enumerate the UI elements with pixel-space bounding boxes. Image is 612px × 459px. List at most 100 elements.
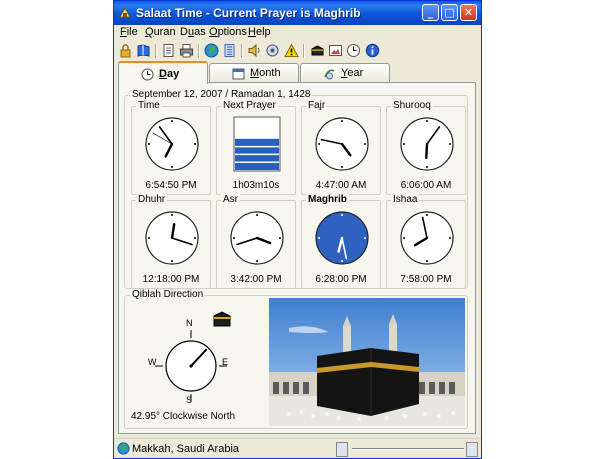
tab-label-rest: ear [347,67,364,79]
clock-shurooq: Shurooq 6:06:00 AM [386,100,466,195]
menu-label-rest: as [194,26,206,38]
kaaba-icon[interactable] [310,43,325,58]
menu-label-rest: uran [153,26,176,38]
title-bar[interactable]: Salaat Time - Current Prayer is Maghrib … [114,1,481,25]
kaaba-photo [269,298,465,426]
app-icon [119,6,131,18]
volume-icon[interactable] [336,442,348,457]
clock-time: 12:18:00 PM [142,274,200,285]
clock-tick [426,166,428,168]
info-icon[interactable] [365,43,380,58]
calendar-icon[interactable] [222,43,237,58]
speaker-icon[interactable] [247,43,262,58]
analog-clock-icon [145,211,199,265]
clock-tick [256,214,258,216]
clock-tick [403,237,405,239]
menu-accelerator: O [209,26,218,38]
volume-slider[interactable] [352,448,464,450]
clock-tick [279,237,281,239]
analog-clock-icon [315,117,369,171]
clock-time: 3:42:00 PM [230,274,282,285]
analog-clock-icon [145,117,199,171]
slider-thumb[interactable] [466,442,478,457]
clock-tick [171,214,173,216]
clock-name: Ishaa [391,194,420,205]
tab-label: Month [250,67,281,79]
clock-name: Dhuhr [136,194,168,205]
toolbar-separator [241,44,243,58]
next-prayer-progress [233,116,281,172]
printer-icon[interactable] [179,43,194,58]
hour-hand [425,142,429,160]
clock-tick [341,166,343,168]
maximize-button[interactable]: □ [441,4,458,21]
sound-settings-icon[interactable] [265,43,280,58]
clock-tick [341,214,343,216]
globe-icon[interactable] [204,43,219,58]
qiblah-label: Qiblah Direction [130,289,206,300]
image-icon[interactable] [328,43,343,58]
clock-tick [194,237,196,239]
menu-label-rest: ile [126,26,138,38]
status-bar: Makkah, Saudi Arabia [114,438,481,458]
tab-accelerator: M [250,67,260,79]
clock-time: 6:28:00 PM [315,274,367,285]
clock-time: 4:47:00 AM [315,180,367,191]
clock-tick [426,120,428,122]
clock-name: Next Prayer [221,100,278,111]
calendar-year-icon [324,69,335,80]
clock-tick [341,120,343,122]
clock-time: 6:06:00 AM [400,180,452,191]
clock-tick [194,143,196,145]
menu-duas[interactable]: Duas [180,26,206,38]
analog-clock-icon [400,117,454,171]
compass-west-label: W [148,357,157,367]
clock-name: Asr [221,194,240,205]
menu-label-rest: ptions [217,26,247,38]
tab-day[interactable]: Day [118,61,208,84]
clock-name: Shurooq [391,100,433,111]
qiblah-group: Qiblah Direction N S W E 42.95° Clockwis… [124,289,468,429]
document-icon[interactable] [161,43,176,58]
clock-tick [403,143,405,145]
tab-month[interactable]: Month [209,63,299,82]
analog-clock-icon [315,211,369,265]
toolbar-separator [155,44,157,58]
book-icon[interactable] [136,43,151,58]
date-header: September 12, 2007 / Ramadan 1, 1428 [130,89,313,100]
clock-tick [426,260,428,262]
clock-dhuhr: Dhuhr 12:18:00 PM [131,194,211,289]
warning-icon[interactable] [284,43,299,58]
tab-year[interactable]: Year [300,63,390,82]
menu-quran[interactable]: Quran [145,26,176,38]
clock-name: Fajr [306,100,328,111]
globe-icon [117,442,130,455]
clock-tick [318,237,320,239]
clock-tick [426,214,428,216]
compass-north-label: N [186,318,193,328]
toolbar [114,41,481,61]
clock-icon [141,68,154,81]
qiblah-compass [155,330,227,402]
menu-label-rest: elp [255,26,271,38]
menu-accelerator: Q [145,26,154,38]
qiblah-direction-text: 42.95° Clockwise North [131,411,236,422]
clock-tick [148,143,150,145]
close-button[interactable]: ✕ [460,4,477,21]
clock-tick [318,143,320,145]
menu-file[interactable]: File [120,26,138,38]
menu-help[interactable]: Help [248,26,271,38]
menu-options[interactable]: Options [209,26,247,38]
minimize-button[interactable]: _ [422,4,439,21]
lock-icon[interactable] [118,43,133,58]
menu-accelerator: F [120,26,127,38]
clock-tick [449,237,451,239]
clock-tick [233,237,235,239]
clock-tick [148,237,150,239]
clock-icon[interactable] [346,43,361,58]
clock-tick [171,166,173,168]
compass-south-label: S [186,395,193,405]
clock-name: Maghrib [306,194,349,205]
tab-label: Day [159,68,179,80]
menu-bar: File Quran Duas Options Help [114,25,481,40]
